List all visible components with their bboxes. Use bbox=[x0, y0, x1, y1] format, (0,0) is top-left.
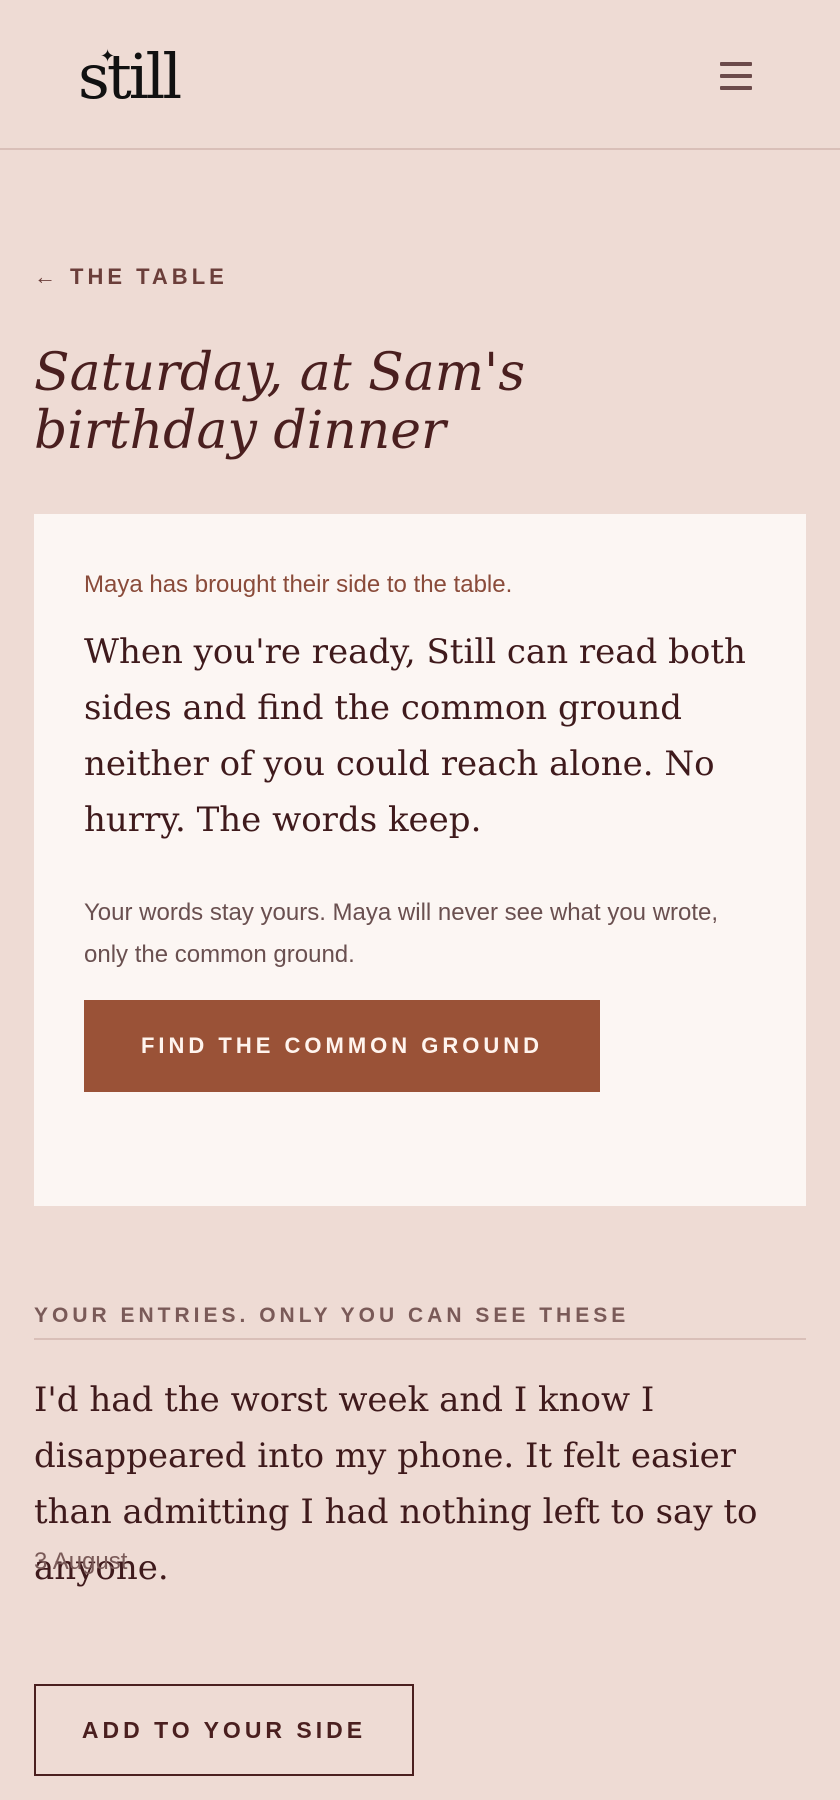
hamburger-menu-icon[interactable] bbox=[716, 58, 758, 94]
privacy-note: Your words stay yours. Maya will never s… bbox=[84, 899, 719, 968]
entry-text: I'd had the worst week and I know I disa… bbox=[34, 1380, 758, 1588]
entries-heading: YOUR ENTRIES. ONLY YOU CAN SEE THESE bbox=[34, 1304, 806, 1340]
sparkle-icon: ✦ bbox=[100, 46, 116, 67]
site-header: still ✦ bbox=[0, 0, 840, 150]
back-link-label: THE TABLE bbox=[70, 264, 228, 289]
find-common-ground-button[interactable]: FIND THE COMMON GROUND bbox=[84, 1000, 600, 1092]
add-to-your-side-button[interactable]: ADD TO YOUR SIDE bbox=[34, 1684, 414, 1776]
card-intro-text: Maya has brought their side to the table… bbox=[84, 571, 513, 598]
page-title: Saturday, at Sam's birthday dinner bbox=[34, 343, 526, 461]
back-link-the-table[interactable]: ← THE TABLE bbox=[34, 264, 228, 290]
entry-date: 3 August bbox=[34, 1548, 128, 1575]
still-logo[interactable]: still ✦ bbox=[78, 40, 182, 113]
card-body-text: When you're ready, Still can read both s… bbox=[84, 632, 746, 840]
common-ground-card: Maya has brought their side to the table… bbox=[34, 514, 806, 1206]
arrow-left-icon: ← bbox=[34, 264, 56, 289]
logo-text: still bbox=[78, 40, 182, 113]
